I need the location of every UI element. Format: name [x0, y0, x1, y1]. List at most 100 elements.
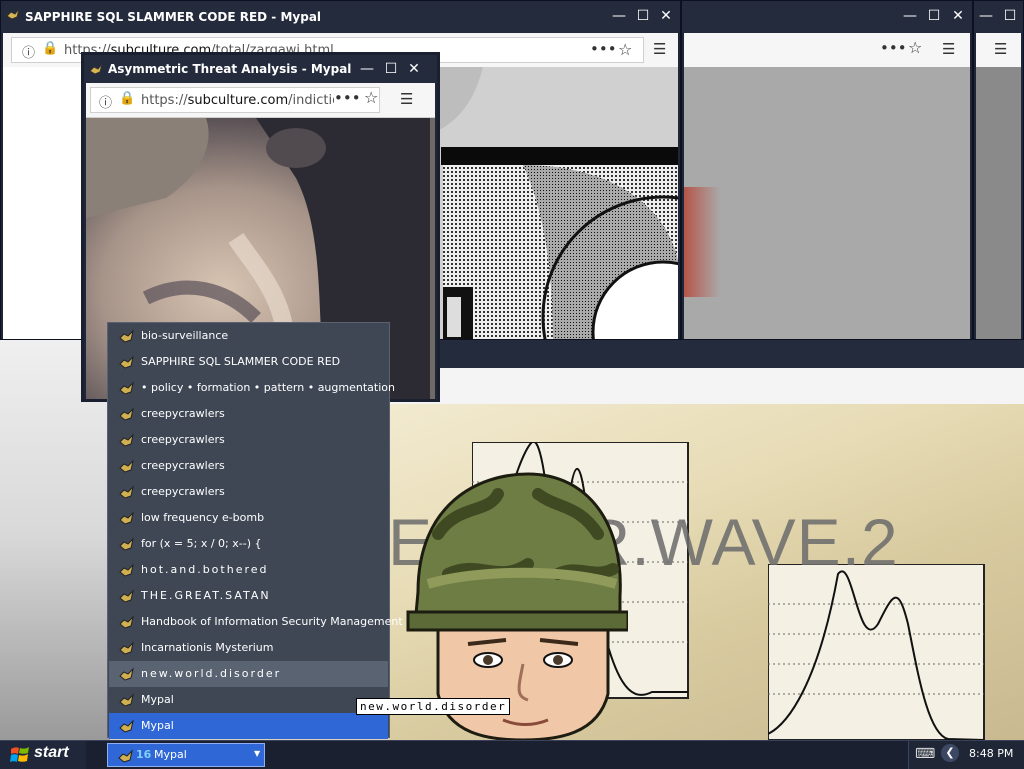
mypal-icon [119, 693, 134, 707]
close-button[interactable]: ✕ [404, 60, 424, 78]
menu-item-label: creepycrawlers [141, 459, 225, 472]
hamburger-menu-icon[interactable]: ☰ [942, 40, 955, 58]
mypal-icon [119, 563, 134, 577]
maximize-button[interactable]: ☐ [1000, 7, 1020, 25]
menu-item-label: bio-surveillance [141, 329, 229, 342]
menu-item-label: new.world.disorder [141, 667, 282, 680]
red-noise-strip [684, 187, 720, 297]
mypal-app-icon [89, 63, 103, 75]
content-window-3 [976, 67, 1021, 339]
navbar-window-3: ☰ [976, 33, 1021, 68]
lock-icon: 🔒 [42, 41, 59, 56]
hamburger-menu-icon[interactable]: ☰ [994, 40, 1007, 58]
menu-item-label: creepycrawlers [141, 407, 225, 420]
menu-item[interactable]: THE.GREAT.SATAN [109, 583, 388, 609]
menu-item-label: Mypal [141, 693, 174, 706]
menu-item-hovered[interactable]: new.world.disorder [109, 661, 388, 687]
menu-item[interactable]: Mypal [109, 687, 388, 713]
menu-item[interactable]: creepycrawlers [109, 401, 388, 427]
titlebar-window-3[interactable]: — ☐ [974, 1, 1023, 33]
menu-item[interactable]: low frequency e-bomb [109, 505, 388, 531]
mypal-icon [119, 537, 134, 551]
bookmark-star-icon[interactable]: ☆ [364, 88, 378, 107]
mypal-icon [119, 589, 134, 603]
keyboard-icon[interactable]: ⌨ [915, 746, 935, 762]
site-info-icon[interactable]: ⓘ [22, 42, 35, 61]
menu-item[interactable]: SAPPHIRE SQL SLAMMER CODE RED [109, 349, 388, 375]
menu-item[interactable]: for (x = 5; x / 0; x--) { [109, 531, 388, 557]
menu-item-label: hot.and.bothered [141, 563, 269, 576]
minimize-button[interactable]: — [357, 60, 377, 78]
window-title: SAPPHIRE SQL SLAMMER CODE RED - Mypal [25, 10, 322, 24]
mypal-icon [119, 667, 134, 681]
menu-item[interactable]: • policy • formation • pattern • augment… [109, 375, 395, 401]
menu-item[interactable]: Incarnationis Mysterium [109, 635, 388, 661]
hamburger-menu-icon[interactable]: ☰ [400, 90, 413, 108]
tooltip: new.world.disorder [356, 698, 511, 715]
menu-item-label: SAPPHIRE SQL SLAMMER CODE RED [141, 355, 341, 368]
content-window-2 [684, 67, 970, 339]
browser-window-2[interactable]: — ☐ ✕ ••• ☆ ☰ [681, 0, 973, 340]
oscilloscope-graph-2 [768, 564, 985, 740]
bottom-window-navbar [388, 368, 1024, 405]
start-label: start [34, 744, 69, 761]
bookmark-star-icon[interactable]: ☆ [618, 40, 632, 59]
maximize-button[interactable]: ☐ [924, 7, 944, 25]
menu-item-label: for (x = 5; x / 0; x--) { [141, 537, 262, 550]
start-button[interactable]: start [0, 741, 86, 769]
mypal-icon [119, 459, 134, 473]
browser-window-3[interactable]: — ☐ ☰ [973, 0, 1024, 340]
mypal-icon [119, 329, 134, 343]
menu-item-label: • policy • formation • pattern • augment… [141, 381, 395, 394]
menu-item-label: THE.GREAT.SATAN [141, 589, 271, 602]
maximize-button[interactable]: ☐ [381, 60, 401, 78]
url-text: https://subculture.com/indiction/ [141, 93, 353, 108]
minimize-button[interactable]: — [609, 7, 629, 25]
mypal-app-icon [6, 8, 20, 20]
mypal-icon [119, 355, 134, 369]
mypal-icon [119, 407, 134, 421]
url-prefix: https:// [141, 93, 188, 108]
menu-item-active[interactable]: Mypal [109, 713, 388, 739]
menu-item[interactable]: creepycrawlers [109, 427, 388, 453]
page-actions-icon[interactable]: ••• [334, 89, 361, 107]
menu-item[interactable]: creepycrawlers [109, 479, 388, 505]
close-button[interactable]: ✕ [948, 7, 968, 25]
mypal-icon [119, 719, 134, 733]
clock[interactable]: 8:48 PM [969, 747, 1013, 760]
maximize-button[interactable]: ☐ [633, 7, 653, 25]
titlebar-asymmetric[interactable]: Asymmetric Threat Analysis - Mypal — ☐ ✕ [84, 55, 437, 83]
hamburger-menu-icon[interactable]: ☰ [653, 40, 666, 58]
back-arrow-icon[interactable]: ❮ [941, 744, 959, 762]
navbar-window-2: ••• ☆ ☰ [684, 33, 970, 68]
mypal-icon [119, 381, 134, 395]
bottom-window-content: ERROR.WAVE.2 [388, 404, 1024, 740]
menu-item[interactable]: bio-surveillance [109, 323, 388, 349]
menu-item[interactable]: hot.and.bothered [109, 557, 388, 583]
titlebar-sapphire[interactable]: SAPPHIRE SQL SLAMMER CODE RED - Mypal — … [1, 1, 680, 33]
minimize-button[interactable]: — [900, 7, 920, 25]
taskbar-group-button[interactable]: 16 Mypal ▼ [107, 743, 265, 767]
taskbar: start 16 Mypal ▼ ⌨ ❮ 8:48 PM [0, 740, 1024, 769]
url-host: subculture.com [187, 93, 289, 108]
bottom-browser-window: ERROR.WAVE.2 [388, 338, 1024, 740]
titlebar-window-2[interactable]: — ☐ ✕ [682, 1, 972, 33]
mypal-icon [119, 433, 134, 447]
close-button[interactable]: ✕ [656, 7, 676, 25]
bottom-window-titlebar [388, 338, 1024, 368]
menu-item-label: Handbook of Information Security Managem… [141, 615, 403, 628]
mypal-icon [119, 641, 134, 655]
minimize-button[interactable]: — [976, 7, 996, 25]
menu-item-label: low frequency e-bomb [141, 511, 265, 524]
page-actions-icon[interactable]: ••• [590, 40, 617, 58]
mypal-icon [118, 749, 133, 763]
window-title: Asymmetric Threat Analysis - Mypal [108, 62, 352, 76]
page-actions-icon[interactable]: ••• [880, 39, 907, 57]
site-info-icon[interactable]: ⓘ [99, 92, 112, 111]
menu-item[interactable]: Handbook of Information Security Managem… [109, 609, 403, 635]
menu-item[interactable]: creepycrawlers [109, 453, 388, 479]
group-label: Mypal [154, 748, 187, 761]
bookmark-star-icon[interactable]: ☆ [908, 38, 922, 57]
menu-item-label: Incarnationis Mysterium [141, 641, 274, 654]
mypal-icon [119, 511, 134, 525]
